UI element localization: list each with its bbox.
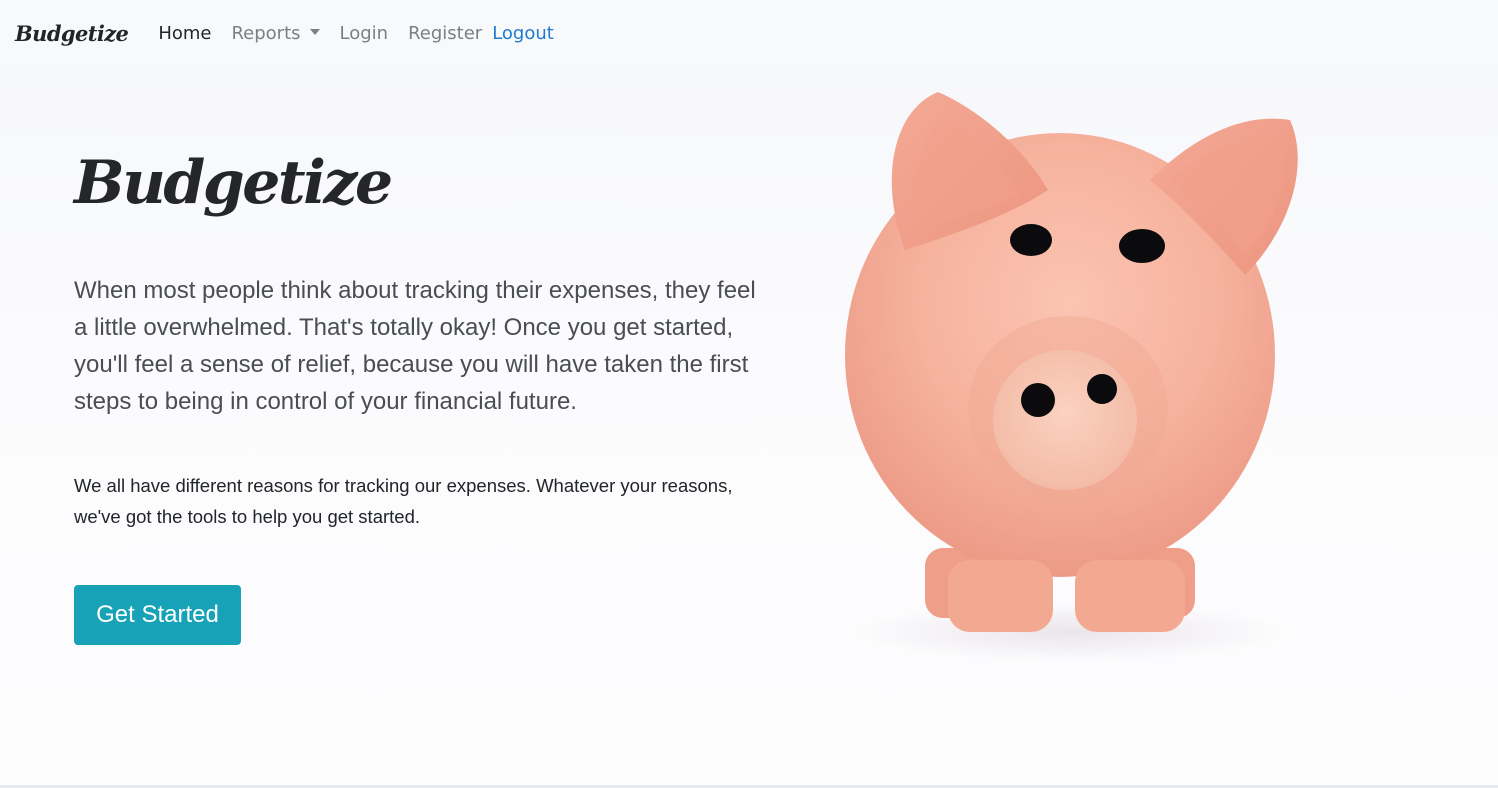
hero-title: Budgetize: [74, 148, 393, 218]
nav-logout-link[interactable]: Logout: [492, 23, 554, 44]
nav-home-link[interactable]: Home: [158, 23, 211, 44]
nav-reports-label: Reports: [231, 22, 301, 44]
nav-links: Home Reports Login Register Logout: [158, 23, 554, 44]
caret-down-icon: [309, 29, 320, 35]
nav-login-link[interactable]: Login: [340, 23, 389, 44]
nav-reports-dropdown[interactable]: Reports: [231, 22, 320, 44]
navbar-brand[interactable]: Budgetize: [15, 21, 129, 46]
hero-sub-text: We all have different reasons for tracki…: [74, 475, 733, 527]
nav-register-link[interactable]: Register: [408, 23, 482, 44]
page: Budgetize Home Reports Login Register Lo…: [0, 0, 1498, 788]
get-started-button[interactable]: Get Started: [74, 585, 241, 645]
navbar: Budgetize Home Reports Login Register Lo…: [0, 0, 1498, 66]
piggy-bank-icon: [845, 92, 1298, 662]
hero-lead-text: When most people think about tracking th…: [74, 277, 756, 415]
